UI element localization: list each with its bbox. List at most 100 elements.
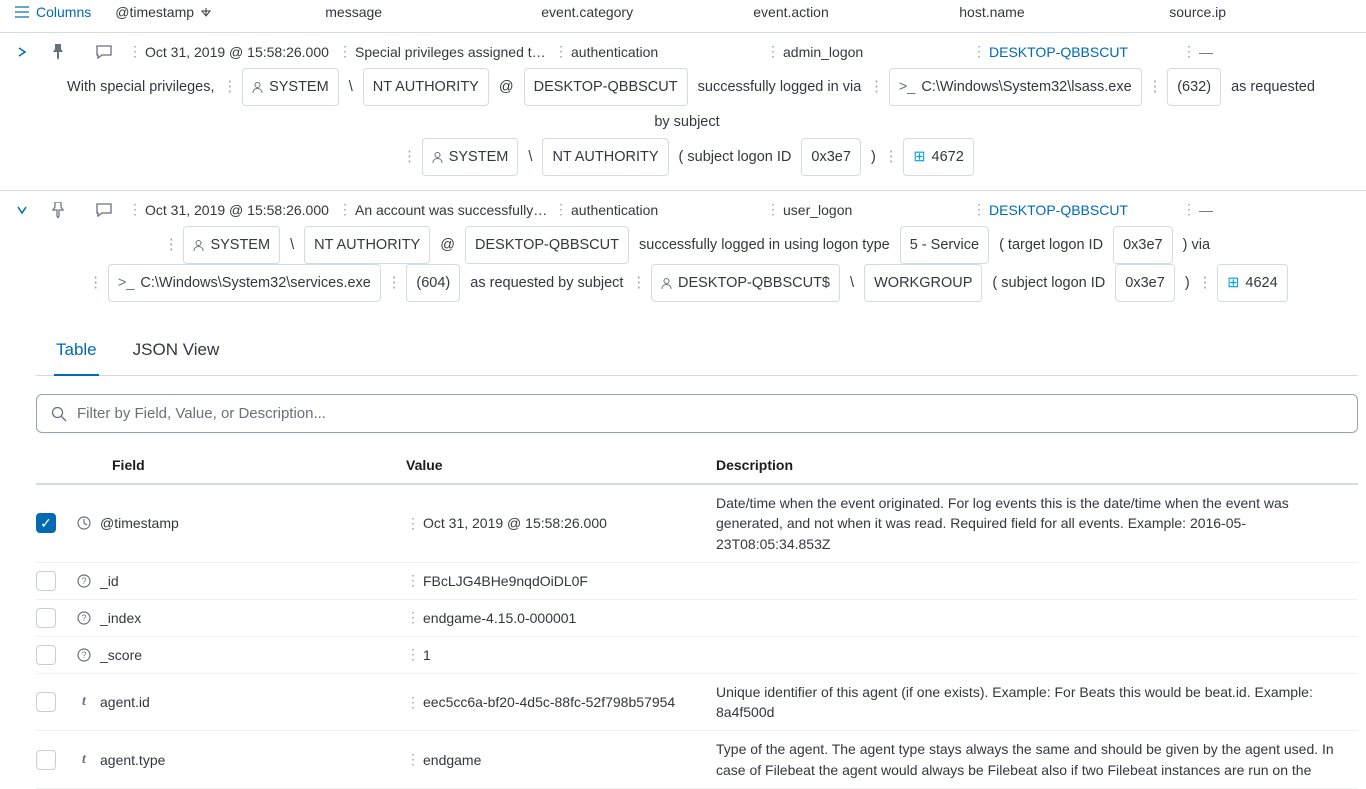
- table-row: ?_index⋮endgame-4.15.0-000001: [36, 600, 1358, 637]
- col-source[interactable]: source.ip: [1169, 4, 1358, 20]
- subj-user-badge[interactable]: DESKTOP-QBBSCUT$: [651, 264, 840, 302]
- windows-icon: ⊞: [1227, 267, 1239, 299]
- svg-text:?: ?: [81, 613, 86, 623]
- field-checkbox[interactable]: [36, 750, 56, 770]
- filter-input-wrap[interactable]: [36, 394, 1358, 433]
- field-value[interactable]: Oct 31, 2019 @ 15:58:26.000: [423, 515, 607, 531]
- table-row: tagent.type⋮endgameType of the agent. Th…: [36, 731, 1358, 789]
- event-sentence: ⋮SYSTEM \ NT AUTHORITY @ DESKTOP-QBBSCUT…: [0, 220, 1366, 316]
- tab-table[interactable]: Table: [54, 334, 99, 376]
- event-message[interactable]: Special privileges assigned t…: [355, 44, 546, 60]
- host-badge[interactable]: DESKTOP-QBBSCUT: [524, 68, 688, 106]
- domain-badge[interactable]: NT AUTHORITY: [304, 226, 430, 264]
- col-timestamp[interactable]: @timestamp: [115, 4, 325, 20]
- field-checkbox[interactable]: [36, 608, 56, 628]
- expand-toggle[interactable]: [8, 205, 36, 215]
- field-name[interactable]: _index: [100, 610, 141, 626]
- table-row: ?_id⋮FBcLJG4BHe9nqdOiDL0F: [36, 563, 1358, 600]
- field-value[interactable]: eec5cc6a-bf20-4d5c-88fc-52f798b57954: [423, 694, 675, 710]
- field-value[interactable]: 1: [423, 647, 431, 663]
- event-timestamp[interactable]: Oct 31, 2019 @ 15:58:26.000: [145, 202, 329, 218]
- pid-badge[interactable]: (604): [406, 264, 460, 302]
- note-icon[interactable]: [80, 45, 128, 59]
- svg-text:?: ?: [81, 650, 86, 660]
- filter-input[interactable]: [77, 405, 1343, 422]
- event-source: —: [1199, 202, 1213, 218]
- col-action[interactable]: event.action: [753, 4, 959, 20]
- process-badge[interactable]: >_C:\Windows\System32\services.exe: [108, 264, 381, 302]
- process-badge[interactable]: >_C:\Windows\System32\lsass.exe: [889, 68, 1142, 106]
- event-host-link[interactable]: DESKTOP-QBBSCUT: [989, 202, 1128, 218]
- field-type-icon: t: [76, 694, 92, 710]
- windows-icon: ⊞: [913, 141, 925, 173]
- field-checkbox[interactable]: [36, 571, 56, 591]
- detail-panel: Table JSON View Field Value Description …: [0, 316, 1366, 789]
- event-timestamp[interactable]: Oct 31, 2019 @ 15:58:26.000: [145, 44, 329, 60]
- field-value[interactable]: FBcLJG4BHe9nqdOiDL0F: [423, 573, 588, 589]
- field-name[interactable]: agent.id: [100, 694, 150, 710]
- field-type-icon: ?: [76, 574, 92, 588]
- table-row: ?_score⋮1: [36, 637, 1358, 674]
- field-table: Field Value Description ✓@timestamp⋮Oct …: [36, 457, 1358, 789]
- event-row: ⋮Oct 31, 2019 @ 15:58:26.000 ⋮An account…: [0, 191, 1366, 789]
- event-sentence: With special privileges, ⋮SYSTEM \ NT AU…: [0, 62, 1366, 190]
- host-badge[interactable]: DESKTOP-QBBSCUT: [465, 226, 629, 264]
- subj-id-badge[interactable]: 0x3e7: [1115, 264, 1175, 302]
- expand-toggle[interactable]: [8, 47, 36, 57]
- th-value: Value: [406, 457, 716, 473]
- event-action[interactable]: admin_logon: [783, 44, 863, 60]
- col-message[interactable]: message: [325, 4, 541, 20]
- event-row: ⋮Oct 31, 2019 @ 15:58:26.000 ⋮Special pr…: [0, 33, 1366, 191]
- col-host[interactable]: host.name: [959, 4, 1169, 20]
- field-type-icon: ?: [76, 648, 92, 662]
- event-code-badge[interactable]: ⊞4672: [903, 138, 973, 176]
- event-category[interactable]: authentication: [571, 44, 658, 60]
- field-desc: Type of the agent. The agent type stays …: [716, 739, 1358, 780]
- domain-badge[interactable]: NT AUTHORITY: [363, 68, 489, 106]
- logon-type-badge[interactable]: 5 - Service: [900, 226, 989, 264]
- field-desc: Date/time when the event originated. For…: [716, 493, 1358, 554]
- event-host-link[interactable]: DESKTOP-QBBSCUT: [989, 44, 1128, 60]
- detail-tabs: Table JSON View: [36, 334, 1358, 376]
- event-source: —: [1199, 44, 1213, 60]
- field-name[interactable]: agent.type: [100, 752, 165, 768]
- field-name[interactable]: _id: [100, 573, 119, 589]
- event-code-badge[interactable]: ⊞4624: [1217, 264, 1287, 302]
- field-checkbox[interactable]: ✓: [36, 513, 56, 533]
- field-name[interactable]: @timestamp: [100, 515, 179, 531]
- sort-desc-icon: [200, 6, 212, 18]
- logonid-badge[interactable]: 0x3e7: [801, 138, 861, 176]
- svg-text:?: ?: [81, 576, 86, 586]
- columns-icon[interactable]: [8, 6, 36, 18]
- event-category[interactable]: authentication: [571, 202, 658, 218]
- field-type-icon: ?: [76, 611, 92, 625]
- columns-label[interactable]: Columns: [36, 4, 91, 20]
- subj-domain-badge[interactable]: WORKGROUP: [864, 264, 982, 302]
- columns-header: Columns @timestamp message event.categor…: [0, 0, 1366, 33]
- event-action[interactable]: user_logon: [783, 202, 852, 218]
- user-badge[interactable]: SYSTEM: [183, 226, 280, 264]
- pin-icon[interactable]: [36, 44, 80, 60]
- field-name[interactable]: _score: [100, 647, 142, 663]
- event-message[interactable]: An account was successfully…: [355, 202, 547, 218]
- subj-domain-badge[interactable]: NT AUTHORITY: [542, 138, 668, 176]
- table-row: tagent.id⋮eec5cc6a-bf20-4d5c-88fc-52f798…: [36, 674, 1358, 732]
- user-badge[interactable]: SYSTEM: [242, 68, 339, 106]
- field-value[interactable]: endgame: [423, 752, 481, 768]
- tab-json[interactable]: JSON View: [131, 334, 222, 375]
- target-id-badge[interactable]: 0x3e7: [1113, 226, 1173, 264]
- table-row: ✓@timestamp⋮Oct 31, 2019 @ 15:58:26.000D…: [36, 485, 1358, 563]
- pin-icon[interactable]: [36, 202, 80, 218]
- field-checkbox[interactable]: [36, 645, 56, 665]
- field-type-icon: [76, 516, 92, 530]
- note-icon[interactable]: [80, 203, 128, 217]
- th-desc: Description: [716, 457, 1358, 473]
- field-desc: Unique identifier of this agent (if one …: [716, 682, 1358, 723]
- subj-user-badge[interactable]: SYSTEM: [422, 138, 519, 176]
- field-value[interactable]: endgame-4.15.0-000001: [423, 610, 576, 626]
- pid-badge[interactable]: (632): [1167, 68, 1221, 106]
- th-field: Field: [76, 457, 406, 473]
- field-checkbox[interactable]: [36, 692, 56, 712]
- col-category[interactable]: event.category: [541, 4, 753, 20]
- field-type-icon: t: [76, 752, 92, 768]
